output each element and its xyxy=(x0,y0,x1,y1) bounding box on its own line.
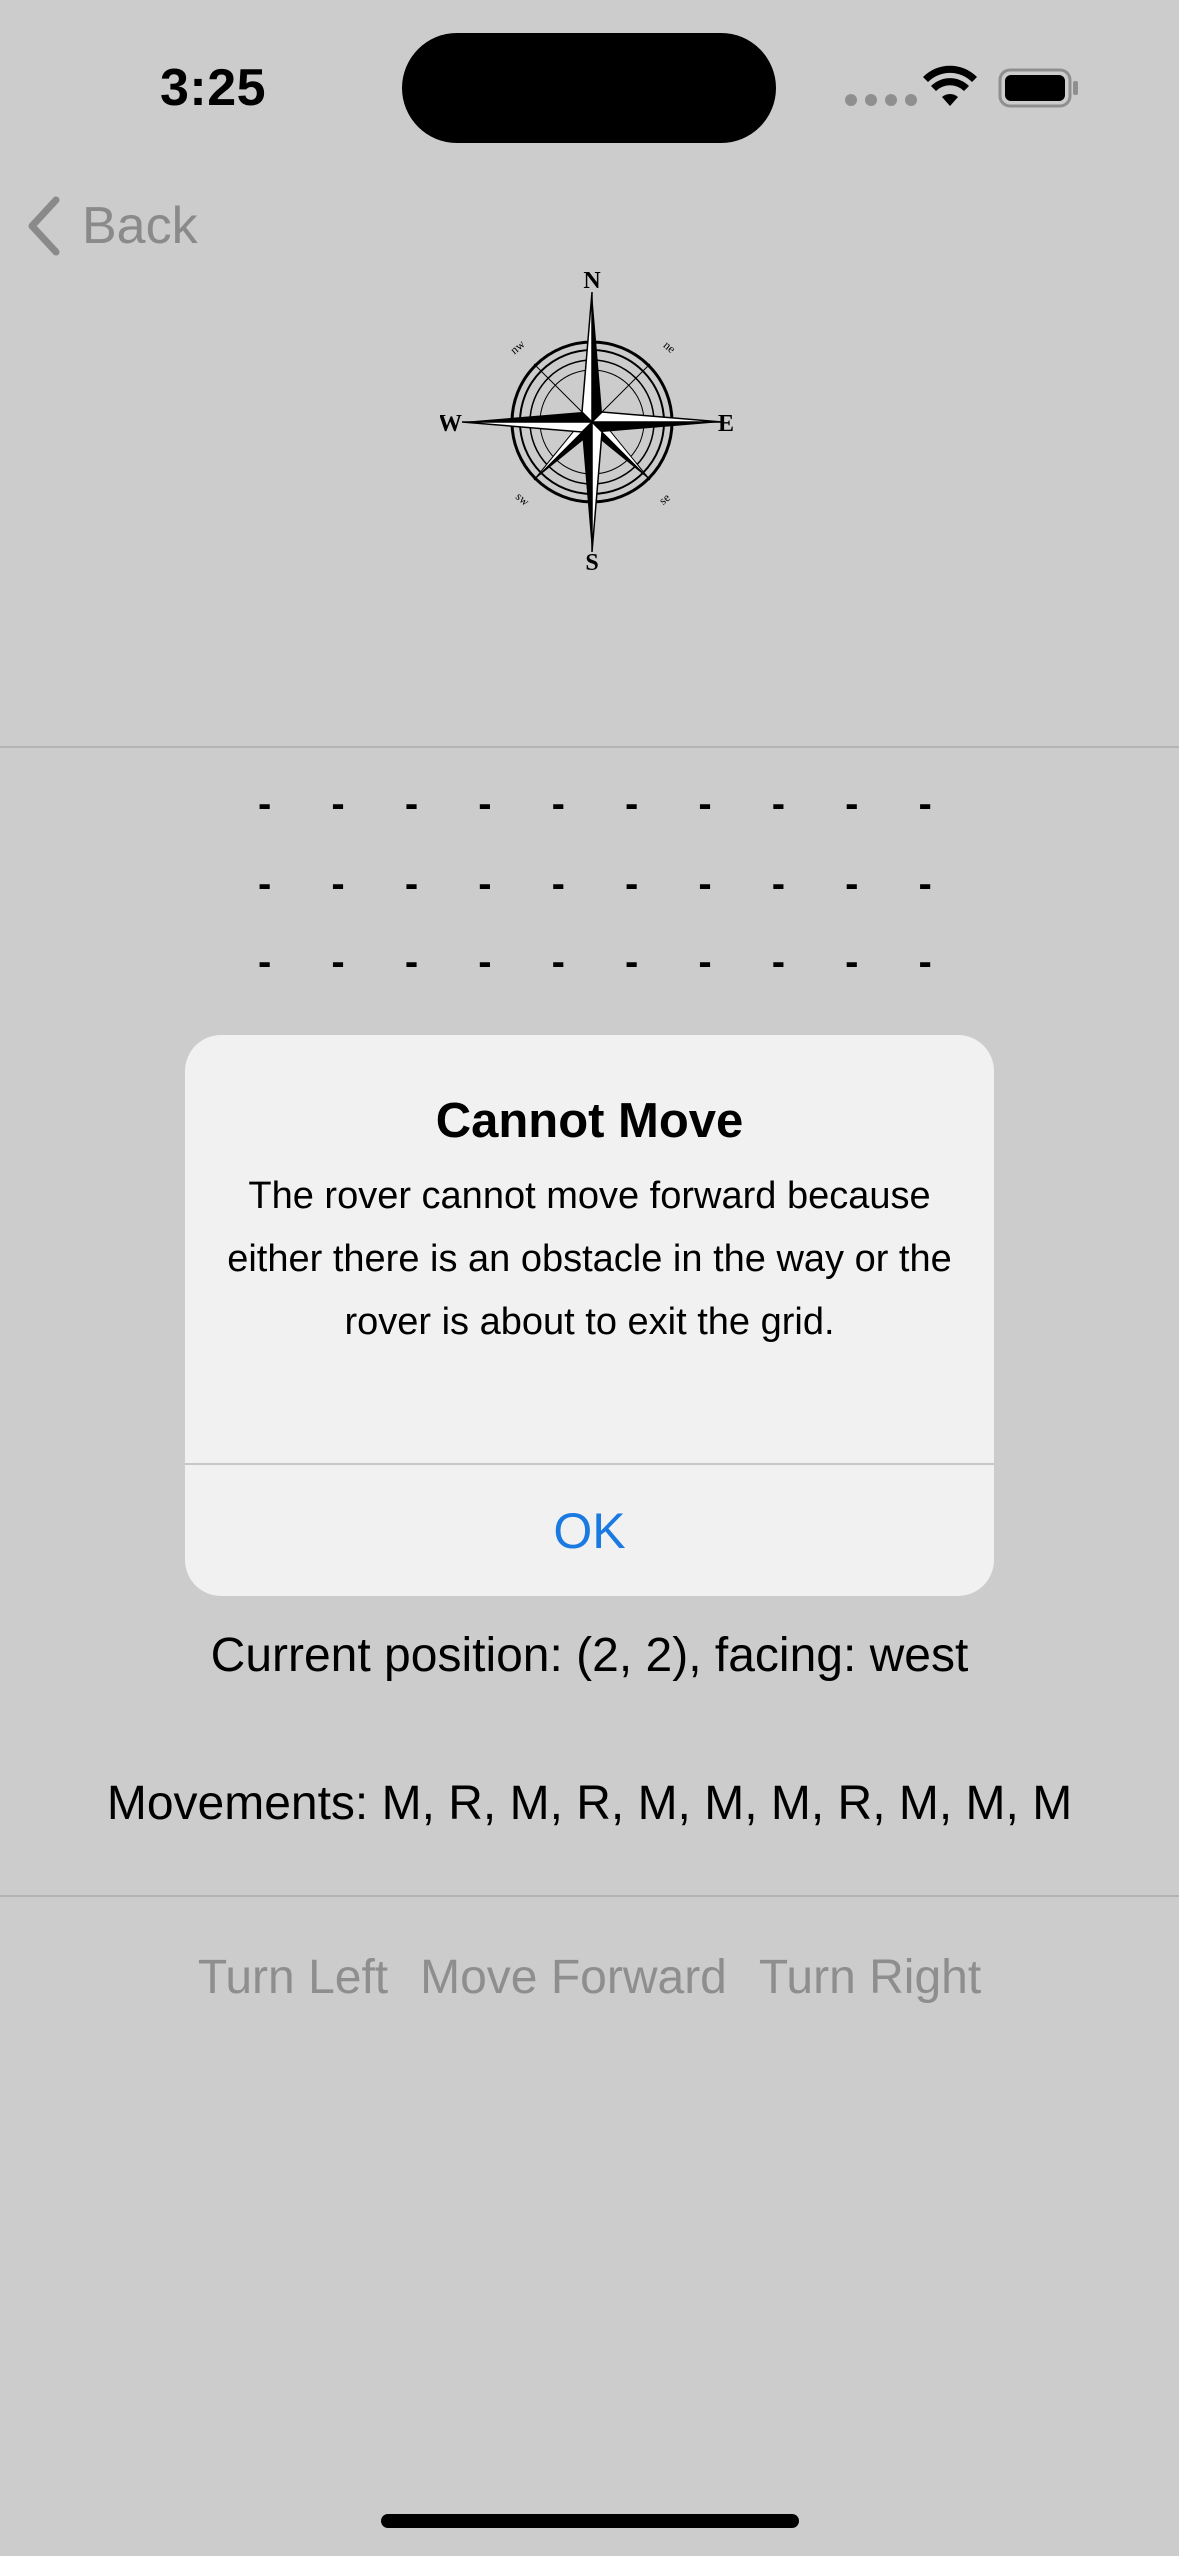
home-indicator[interactable] xyxy=(381,2514,799,2528)
compass-label-ne: ne xyxy=(661,338,679,356)
grid-cell: - xyxy=(258,940,272,984)
compass-label-sw: sw xyxy=(513,489,532,509)
bottom-divider xyxy=(0,1895,1179,1897)
grid-cell: - xyxy=(624,782,639,826)
grid-cell: - xyxy=(331,862,345,906)
cellular-signal-icon xyxy=(845,94,917,106)
grid-cell: - xyxy=(845,782,859,826)
compass-label-e: E xyxy=(718,411,734,437)
compass-label-se: se xyxy=(656,490,673,507)
grid-cell: - xyxy=(698,862,712,906)
compass-label-nw: nw xyxy=(507,337,527,357)
current-position-label: Current position: (2, 2), facing: west xyxy=(210,1629,969,1682)
grid-cell: - xyxy=(771,862,786,906)
battery-icon xyxy=(998,68,1078,108)
grid-cell: - xyxy=(624,862,639,906)
grid-cell: - xyxy=(698,940,712,984)
dynamic-island xyxy=(402,33,776,143)
grid-cell: - xyxy=(771,940,786,984)
grid-cell: - xyxy=(404,940,419,984)
grid-cell: - xyxy=(551,782,565,826)
turn-left-button[interactable]: Turn Left xyxy=(198,1950,388,2005)
status-time: 3:25 xyxy=(160,59,267,117)
back-button[interactable]: Back xyxy=(24,190,198,262)
compass-label-s: S xyxy=(585,550,598,570)
top-divider xyxy=(0,746,1179,748)
ok-button[interactable]: OK xyxy=(185,1465,994,1596)
turn-right-button[interactable]: Turn Right xyxy=(759,1950,981,2005)
compass-label-w: W xyxy=(440,411,462,437)
grid-cell: - xyxy=(478,862,492,906)
grid-cell: - xyxy=(478,782,492,826)
grid-cell: - xyxy=(258,782,272,826)
back-label: Back xyxy=(82,197,198,255)
grid-cell: - xyxy=(551,862,565,906)
wifi-icon xyxy=(923,65,977,106)
alert-dialog: Cannot Move The rover cannot move forwar… xyxy=(185,1035,994,1596)
grid-cell: - xyxy=(624,940,639,984)
grid-cell: - xyxy=(478,940,492,984)
grid-cell: - xyxy=(845,862,859,906)
compass-icon: N S W E nw ne sw se xyxy=(440,270,734,570)
alert-title: Cannot Move xyxy=(435,1094,744,1148)
controls-bar: Turn Left Move Forward Turn Right xyxy=(0,1950,1179,2005)
compass-label-n: N xyxy=(583,270,601,294)
grid-cell: - xyxy=(918,862,932,906)
grid-cell: - xyxy=(404,862,419,906)
grid-cell: - xyxy=(845,940,859,984)
alert-message: The rover cannot move forward because ei… xyxy=(227,1175,952,1343)
grid-cell: - xyxy=(404,782,419,826)
grid-cell: - xyxy=(771,782,786,826)
grid-row: ---------- xyxy=(228,782,962,827)
movements-label: Movements: M, R, M, R, M, M, M, R, M, M,… xyxy=(106,1777,1073,1830)
move-forward-button[interactable]: Move Forward xyxy=(420,1950,727,2005)
grid-cell: - xyxy=(698,782,712,826)
grid-cell: - xyxy=(331,940,345,984)
chevron-left-icon xyxy=(28,196,60,256)
grid-cell: - xyxy=(551,940,565,984)
grid-cell: - xyxy=(918,940,932,984)
grid-cell: - xyxy=(258,862,272,906)
grid-cell: - xyxy=(331,782,345,826)
grid-row: ---------- xyxy=(228,940,962,985)
grid-row: ---------- xyxy=(228,862,962,907)
grid-cell: - xyxy=(918,782,932,826)
